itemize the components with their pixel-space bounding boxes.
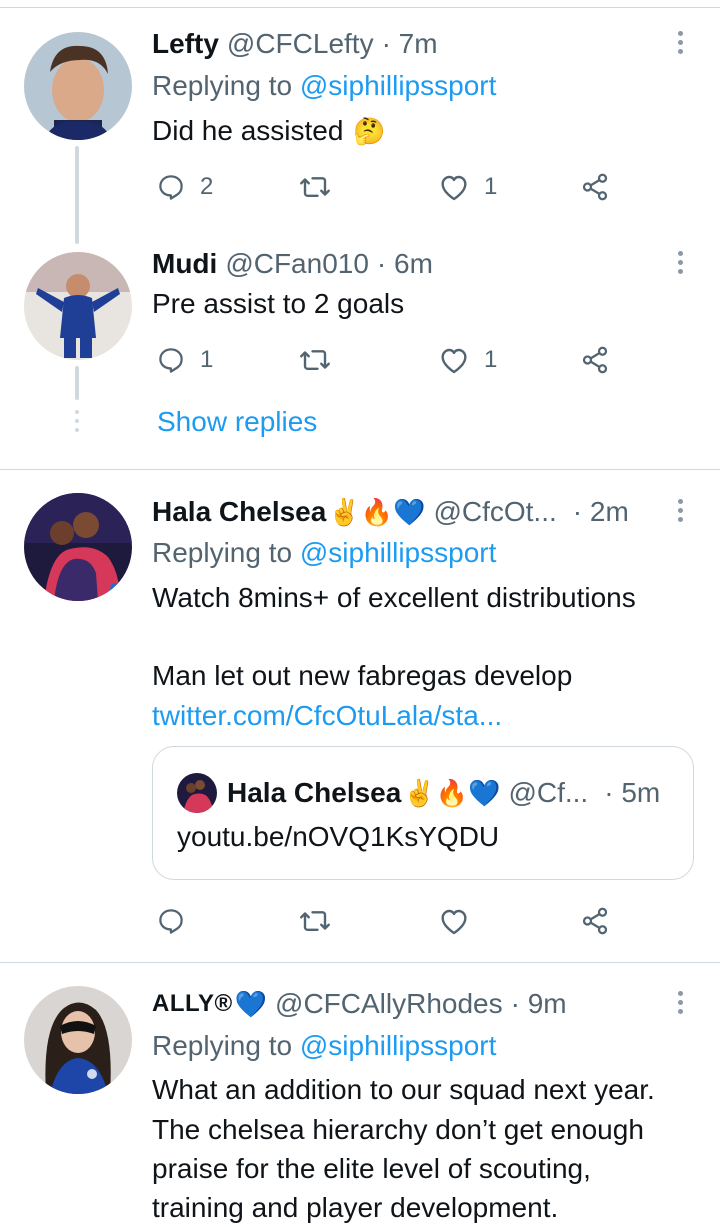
- quoted-tweet-text: youtu.be/nOVQ1KsYQDU: [177, 821, 500, 852]
- user-handle[interactable]: @CFan010: [225, 248, 369, 280]
- reply-button[interactable]: 1: [156, 340, 213, 380]
- tweet-text-line: What an addition to our squad next year.: [152, 1074, 655, 1105]
- quoted-display-name: Hala Chelsea: [227, 777, 402, 808]
- tweet-header: Hala Chelsea ✌️🔥💙 @CfcOt... · 2m: [152, 492, 629, 532]
- replying-to: Replying to @siphillipssport: [152, 537, 496, 569]
- quoted-user-handle: @Cf...: [508, 777, 589, 808]
- replying-to: Replying to @siphillipssport: [152, 70, 496, 102]
- reply-icon: [159, 909, 183, 934]
- reply-count: 1: [200, 346, 214, 373]
- reply-button[interactable]: 2: [156, 167, 213, 207]
- quoted-timestamp: · 5m: [604, 777, 661, 808]
- tweet-link[interactable]: twitter.com/CfcOtuLala/sta...: [152, 696, 502, 735]
- heart-icon: [441, 175, 467, 201]
- timestamp[interactable]: · 2m: [573, 496, 629, 528]
- show-replies-link[interactable]: Show replies: [157, 406, 317, 438]
- tweet-text-line: The chelsea hierarchy don’t get enough: [152, 1114, 644, 1145]
- tweet-header: ALLY® 💙 @CFCAllyRhodes · 9m: [152, 984, 567, 1024]
- reply-icon: [159, 348, 183, 373]
- share-icon: [582, 907, 608, 935]
- heart-icon: [441, 348, 467, 374]
- thread-line: [75, 146, 79, 244]
- timestamp[interactable]: · 7m: [382, 28, 438, 60]
- tweet-text-line: praise for the elite level of scouting,: [152, 1153, 591, 1184]
- name-emojis: ✌️🔥💙: [328, 496, 426, 527]
- avatar[interactable]: [24, 252, 132, 360]
- tweet-text: Pre assist to 2 goals: [152, 288, 405, 319]
- tweet-actions: 2 1: [152, 167, 622, 207]
- share-icon: [582, 173, 608, 201]
- retweet-icon: [300, 177, 330, 197]
- avatar[interactable]: [24, 32, 132, 140]
- mention-link[interactable]: @siphillipssport: [300, 1030, 497, 1061]
- timestamp[interactable]: · 9m: [511, 988, 567, 1020]
- thinking-face-emoji: 🤔: [353, 116, 386, 146]
- tweet-actions: 1 1: [152, 340, 622, 380]
- mention-link[interactable]: @siphillipssport: [300, 70, 497, 101]
- replying-to-label: Replying to: [152, 537, 293, 568]
- retweet-icon: [300, 911, 330, 931]
- like-button[interactable]: 1: [438, 340, 497, 380]
- quoted-tweet[interactable]: Hala Chelsea ✌️🔥💙 @Cf... · 5m youtu.be/n…: [152, 746, 694, 880]
- retweet-icon: [300, 350, 330, 370]
- share-button[interactable]: [580, 167, 610, 207]
- heart-icon: [441, 909, 467, 935]
- tweet-header: Lefty @CFCLefty · 7m: [152, 24, 438, 64]
- reply-icon: [159, 175, 183, 200]
- quoted-tweet-header: Hala Chelsea ✌️🔥💙 @Cf... · 5m: [177, 773, 660, 813]
- retweet-button[interactable]: [298, 340, 346, 380]
- like-count: 1: [484, 173, 498, 200]
- name-emojis: 💙: [234, 988, 268, 1019]
- quoted-avatar: [177, 773, 217, 813]
- display-name[interactable]: Lefty: [152, 28, 219, 60]
- more-vertical-icon[interactable]: [668, 22, 692, 62]
- thread-dots: [75, 410, 79, 432]
- like-count: 1: [484, 346, 498, 373]
- user-handle[interactable]: @CfcOt...: [433, 496, 556, 528]
- tweet-header: Mudi @CFan010 · 6m: [152, 244, 433, 284]
- more-vertical-icon[interactable]: [668, 242, 692, 282]
- replying-to-label: Replying to: [152, 70, 293, 101]
- display-name[interactable]: Hala Chelsea: [152, 496, 326, 528]
- tweet-text-line: Watch 8mins+ of excellent distributions: [152, 582, 636, 613]
- more-vertical-icon[interactable]: [668, 490, 692, 530]
- replying-to: Replying to @siphillipssport: [152, 1030, 496, 1062]
- user-handle[interactable]: @CFCAllyRhodes: [275, 988, 503, 1020]
- display-name[interactable]: Mudi: [152, 248, 217, 280]
- tweet-text-line: training and player development.: [152, 1192, 559, 1223]
- reply-button[interactable]: [156, 901, 186, 941]
- top-divider: [0, 7, 720, 8]
- replying-to-label: Replying to: [152, 1030, 293, 1061]
- like-button[interactable]: 1: [438, 167, 497, 207]
- retweet-button[interactable]: [298, 167, 346, 207]
- thread-line: [75, 366, 79, 400]
- share-icon: [582, 346, 608, 374]
- tweet-divider: [0, 469, 720, 470]
- tweet-divider: [0, 962, 720, 963]
- share-button[interactable]: [580, 901, 610, 941]
- more-vertical-icon[interactable]: [668, 982, 692, 1022]
- retweet-button[interactable]: [298, 901, 332, 941]
- tweet-text: Did he assisted 🤔: [152, 111, 386, 151]
- mention-link[interactable]: @siphillipssport: [300, 537, 497, 568]
- timestamp[interactable]: · 6m: [377, 248, 433, 280]
- tweet-actions: [152, 901, 622, 941]
- like-button[interactable]: [438, 901, 470, 941]
- display-name[interactable]: ALLY®: [152, 990, 233, 1018]
- share-button[interactable]: [580, 340, 610, 380]
- tweet-text-line: Man let out new fabregas develop: [152, 660, 573, 691]
- user-handle[interactable]: @CFCLefty: [227, 28, 374, 60]
- avatar[interactable]: [24, 493, 132, 601]
- avatar[interactable]: [24, 986, 132, 1094]
- reply-count: 2: [200, 173, 214, 200]
- quoted-name-emojis: ✌️🔥💙: [403, 777, 501, 808]
- tweet-text-body: Did he assisted: [152, 115, 344, 146]
